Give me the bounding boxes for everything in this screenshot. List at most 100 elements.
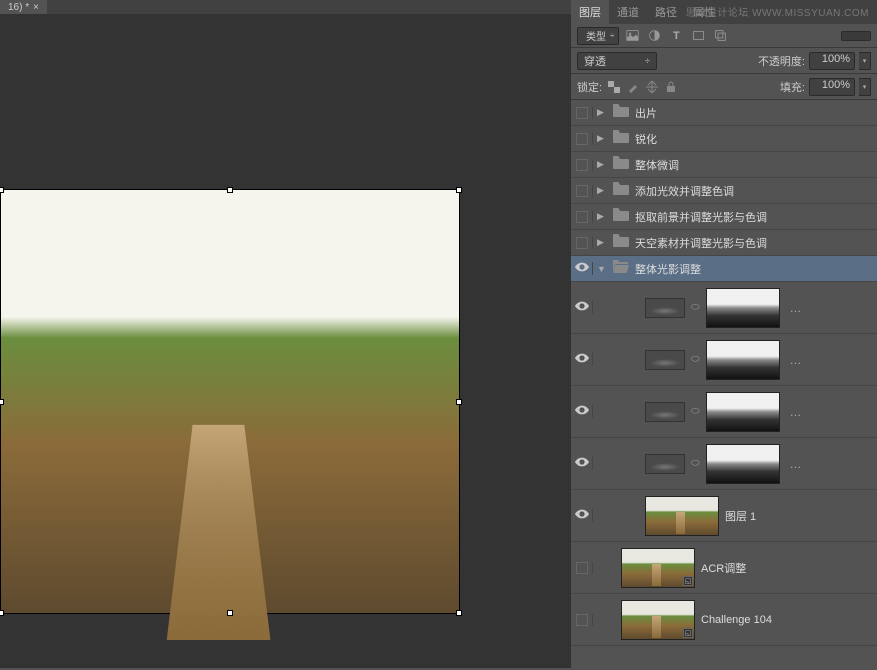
visibility-toggle[interactable] — [571, 133, 593, 145]
layer-group-row[interactable]: ▶ 出片 — [571, 100, 877, 126]
visibility-toggle[interactable] — [571, 159, 593, 171]
arrow-right-icon[interactable]: ▶ — [597, 159, 607, 170]
tab-channels[interactable]: 通道 — [609, 0, 647, 24]
layer-thumbnail[interactable]: ◱ — [621, 548, 695, 588]
curves-adjustment-icon[interactable] — [645, 298, 685, 318]
link-icon[interactable]: ⬭ — [691, 458, 700, 469]
transform-handle[interactable] — [227, 187, 233, 193]
visibility-toggle[interactable] — [571, 614, 593, 626]
lock-transparency-icon[interactable] — [606, 79, 622, 95]
filter-shape-icon[interactable] — [689, 27, 707, 45]
layer-name[interactable]: 图层 1 — [725, 508, 756, 524]
filter-smartobject-icon[interactable] — [711, 27, 729, 45]
visibility-toggle[interactable] — [571, 237, 593, 249]
close-icon[interactable]: × — [33, 2, 39, 13]
filter-image-icon[interactable] — [623, 27, 641, 45]
adjustment-layer-row[interactable]: ⬭ … — [571, 386, 877, 438]
filter-text-icon[interactable]: T — [667, 27, 685, 45]
document-tab[interactable]: 16) * × — [0, 0, 47, 14]
arrow-right-icon[interactable]: ▶ — [597, 107, 607, 118]
more-icon[interactable]: … — [786, 457, 806, 471]
adjustment-layer-row[interactable]: ⬭ … — [571, 282, 877, 334]
layer-row[interactable]: 图层 1 — [571, 490, 877, 542]
link-icon[interactable]: ⬭ — [691, 354, 700, 365]
filter-adjustment-icon[interactable] — [645, 27, 663, 45]
visibility-toggle[interactable] — [571, 262, 593, 275]
lock-all-icon[interactable] — [663, 79, 679, 95]
arrow-right-icon[interactable]: ▶ — [597, 185, 607, 196]
tab-paths[interactable]: 路径 — [647, 0, 685, 24]
layer-row[interactable]: ◱ Challenge 104 — [571, 594, 877, 646]
transform-handle[interactable] — [227, 610, 233, 616]
adjustment-layer-row[interactable]: ⬭ … — [571, 438, 877, 490]
adjustment-layer-row[interactable]: ⬭ … — [571, 334, 877, 386]
more-icon[interactable]: … — [786, 301, 806, 315]
visibility-toggle[interactable] — [571, 353, 593, 366]
layer-name[interactable]: 整体微调 — [635, 157, 679, 173]
layer-name[interactable]: 出片 — [635, 105, 657, 121]
more-icon[interactable]: … — [786, 405, 806, 419]
layer-name[interactable]: 添加光效并调整色调 — [635, 183, 734, 199]
layer-mask-thumbnail[interactable] — [706, 444, 780, 484]
visibility-toggle[interactable] — [571, 211, 593, 223]
arrow-right-icon[interactable]: ▶ — [597, 211, 607, 222]
opacity-stepper[interactable]: ▾ — [859, 52, 871, 70]
visibility-toggle[interactable] — [571, 185, 593, 197]
layer-name[interactable]: 锐化 — [635, 131, 657, 147]
layer-group-row-selected[interactable]: ▼ 整体光影调整 — [571, 256, 877, 282]
visibility-toggle[interactable] — [571, 107, 593, 119]
layer-group-row[interactable]: ▶ 锐化 — [571, 126, 877, 152]
layer-row[interactable]: ◱ ACR调整 — [571, 542, 877, 594]
visibility-toggle[interactable] — [571, 405, 593, 418]
canvas-area[interactable] — [0, 14, 571, 668]
arrow-right-icon[interactable]: ▶ — [597, 133, 607, 144]
transform-handle[interactable] — [0, 399, 4, 405]
tab-layers[interactable]: 图层 — [571, 0, 609, 24]
fill-label: 填充: — [780, 79, 805, 95]
fill-stepper[interactable]: ▾ — [859, 78, 871, 96]
smartobject-badge-icon: ◱ — [683, 576, 693, 586]
transform-handle[interactable] — [456, 187, 462, 193]
layer-mask-thumbnail[interactable] — [706, 392, 780, 432]
layer-name[interactable]: 抠取前景并调整光影与色调 — [635, 209, 767, 225]
layer-name[interactable]: 整体光影调整 — [635, 261, 701, 277]
filter-dropdown[interactable]: 类型 ÷ — [577, 27, 619, 45]
layer-mask-thumbnail[interactable] — [706, 340, 780, 380]
transform-handle[interactable] — [456, 399, 462, 405]
layer-name[interactable]: Challenge 104 — [701, 614, 772, 626]
more-icon[interactable]: … — [786, 353, 806, 367]
visibility-toggle[interactable] — [571, 457, 593, 470]
layer-group-row[interactable]: ▶ 天空素材并调整光影与色调 — [571, 230, 877, 256]
visibility-toggle[interactable] — [571, 509, 593, 522]
link-icon[interactable]: ⬭ — [691, 406, 700, 417]
layer-mask-thumbnail[interactable] — [706, 288, 780, 328]
opacity-input[interactable]: 100% — [809, 52, 855, 70]
layer-thumbnail[interactable]: ◱ — [621, 600, 695, 640]
lock-paint-icon[interactable] — [625, 79, 641, 95]
transform-handle[interactable] — [456, 610, 462, 616]
arrow-down-icon[interactable]: ▼ — [597, 264, 607, 274]
curves-adjustment-icon[interactable] — [645, 402, 685, 422]
layer-group-row[interactable]: ▶ 整体微调 — [571, 152, 877, 178]
layer-name[interactable]: 天空素材并调整光影与色调 — [635, 235, 767, 251]
layer-name[interactable]: ACR调整 — [701, 560, 746, 576]
curves-adjustment-icon[interactable] — [645, 350, 685, 370]
canvas-image[interactable] — [0, 189, 460, 614]
blend-mode-dropdown[interactable]: 穿透 ÷ — [577, 52, 657, 70]
layer-thumbnail[interactable] — [645, 496, 719, 536]
folder-icon — [613, 208, 629, 226]
curves-adjustment-icon[interactable] — [645, 454, 685, 474]
fill-input[interactable]: 100% — [809, 78, 855, 96]
link-icon[interactable]: ⬭ — [691, 302, 700, 313]
filter-toggle[interactable] — [841, 31, 871, 41]
layer-group-row[interactable]: ▶ 添加光效并调整色调 — [571, 178, 877, 204]
transform-handle[interactable] — [0, 187, 4, 193]
layer-group-row[interactable]: ▶ 抠取前景并调整光影与色调 — [571, 204, 877, 230]
folder-icon — [613, 234, 629, 252]
lock-position-icon[interactable] — [644, 79, 660, 95]
folder-icon — [613, 130, 629, 148]
visibility-toggle[interactable] — [571, 301, 593, 314]
transform-handle[interactable] — [0, 610, 4, 616]
arrow-right-icon[interactable]: ▶ — [597, 237, 607, 248]
visibility-toggle[interactable] — [571, 562, 593, 574]
